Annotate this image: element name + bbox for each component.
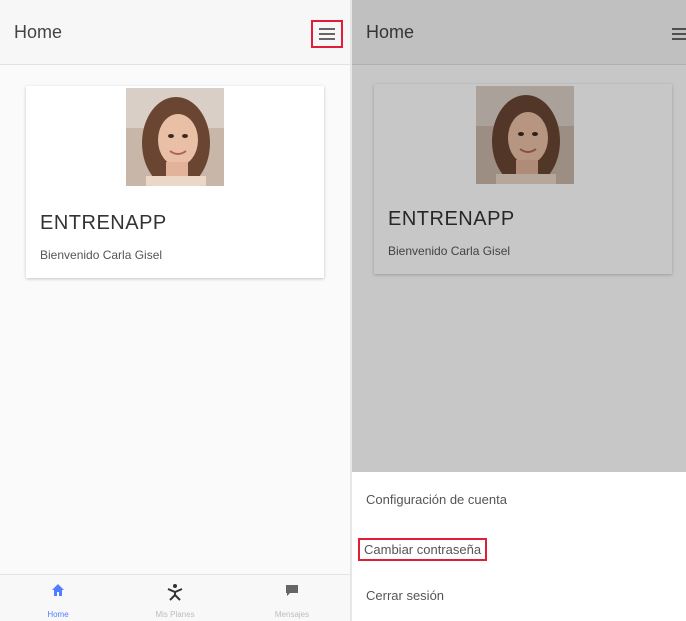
menu-item-configuracion[interactable]: Configuración de cuenta [366,492,507,507]
page-title: Home [14,22,63,42]
action-sheet: Configuración de cuenta Cambiar contrase… [352,472,686,621]
tab-label: Mensajes [274,610,310,619]
menu-button[interactable] [311,20,343,48]
welcome-text: Bienvenido Carla Gisel [40,248,163,262]
avatar [126,88,224,186]
tab-home[interactable]: Home [0,575,116,621]
screen-home: Home ENTRENAPP Bienvenido Carla Gisel Ho… [0,0,350,621]
tab-mensajes[interactable]: Mensajes [234,575,350,621]
workout-icon [167,584,183,601]
profile-card: ENTRENAPP Bienvenido Carla Gisel [26,86,324,278]
chat-icon [286,585,298,596]
app-name: ENTRENAPP [40,212,167,234]
menu-item-cerrar-sesion[interactable]: Cerrar sesión [366,588,444,603]
dim-overlay[interactable] [352,0,686,472]
screen-home-menu-open: Home ENTRENAPP Bienvenido Carla Gisel Co… [352,0,686,621]
tab-label: Home [47,610,69,619]
tab-mis-planes[interactable]: Mis Planes [117,575,233,621]
bottom-tab-bar: Home Mis Planes Mensajes [0,574,350,621]
tab-label: Mis Planes [155,610,195,619]
home-icon [52,584,64,596]
menu-item-cambiar-contrasena[interactable]: Cambiar contraseña [358,538,488,561]
app-header: Home [0,0,350,65]
hamburger-icon [319,28,335,40]
